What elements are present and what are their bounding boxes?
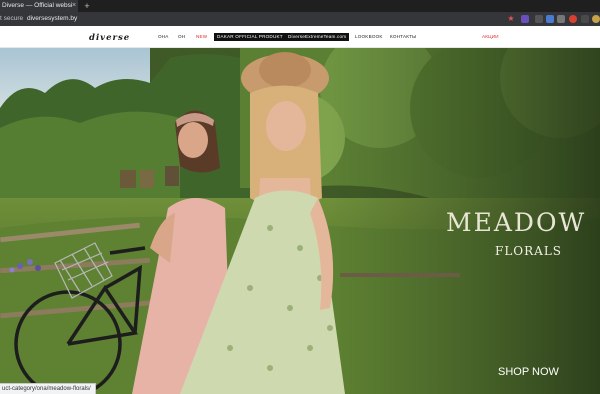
extension-icon[interactable] (581, 15, 589, 23)
new-tab-button[interactable]: + (82, 0, 92, 12)
hero-title: MEADOW (446, 208, 587, 237)
profile-avatar[interactable] (592, 15, 600, 23)
browser-tab[interactable]: Diverse — Official websi × (0, 0, 78, 12)
browser-tab-strip: Diverse — Official websi × + (0, 0, 600, 12)
nav-item-promo[interactable]: АКЦИИ (482, 33, 499, 41)
nav-item-contacts[interactable]: КОНТАКТЫ (390, 33, 416, 41)
hero-subtitle: FLORALS (495, 244, 563, 258)
tab-close-icon[interactable]: × (70, 0, 78, 12)
extension-icon[interactable] (546, 15, 554, 23)
nav-item-on[interactable]: ОН (178, 33, 185, 41)
extension-icon[interactable] (557, 15, 565, 23)
extension-icon[interactable] (521, 15, 529, 23)
extension-icon[interactable] (569, 15, 577, 23)
site-header: diverse ОНА ОН NEW DAKAR OFFICIAL PRODUK… (0, 26, 600, 48)
extension-icon[interactable] (535, 15, 543, 23)
url-field[interactable]: diversesystem.by (27, 12, 77, 26)
tab-title: Diverse — Official websi (2, 2, 73, 9)
hero-banner[interactable]: MEADOW FLORALS SHOP NOW (0, 48, 600, 394)
address-bar[interactable]: t secure diversesystem.by ★ (0, 12, 600, 26)
nav-item-dakar[interactable]: DAKAR OFFICIAL PRODUKT (214, 33, 286, 41)
shop-now-link[interactable]: SHOP NOW (498, 366, 559, 378)
nav-item-lookbook[interactable]: LOOKBOOK (355, 33, 383, 41)
nav-item-extreme-team[interactable]: DiverseExtremeTeam.com (285, 33, 350, 41)
nav-item-new[interactable]: NEW (196, 33, 207, 41)
security-indicator[interactable]: t secure (0, 12, 23, 26)
bookmark-star-icon[interactable]: ★ (507, 15, 515, 23)
status-bar-link-preview: uct-category/ona/meadow-florals/ (0, 383, 96, 394)
site-logo[interactable]: diverse (89, 33, 130, 43)
nav-item-ona[interactable]: ОНА (158, 33, 169, 41)
